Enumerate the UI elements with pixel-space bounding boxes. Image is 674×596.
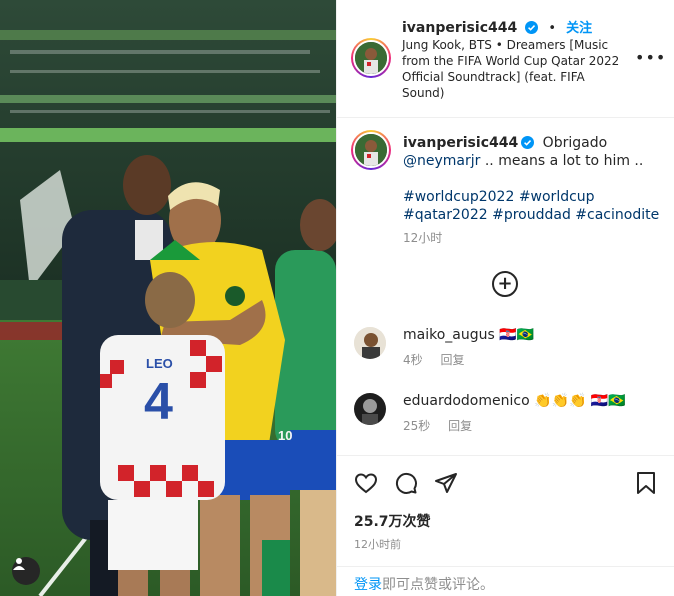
- comment-button[interactable]: [393, 470, 419, 496]
- audio-track-link[interactable]: Jung Kook, BTS • Dreamers [Music from th…: [402, 37, 627, 101]
- bookmark-icon: [637, 472, 655, 494]
- author-username[interactable]: ivanperisic444: [402, 20, 517, 36]
- post-actions: 25.7万次赞 12小时前 登录即可点赞或评论。: [337, 455, 674, 596]
- reply-button[interactable]: 回复: [440, 353, 464, 367]
- share-button[interactable]: [433, 470, 459, 496]
- person-icon: [13, 558, 25, 570]
- login-prompt-text: 即可点赞或评论。: [382, 577, 494, 593]
- comment-time: 4秒: [403, 353, 423, 367]
- caption-time: 12小时: [403, 231, 443, 245]
- comment-content: eduardodomenico 👏👏👏 🇭🇷🇧🇷: [403, 393, 626, 409]
- hashtags-line-1[interactable]: #worldcup2022 #worldcup: [403, 188, 663, 206]
- post-header: ivanperisic444 • 关注 Jung Kook, BTS • Dre…: [337, 0, 674, 118]
- comment-text: 👏👏👏 🇭🇷🇧🇷: [534, 393, 626, 409]
- commenter-avatar[interactable]: [354, 327, 386, 359]
- send-icon: [435, 473, 457, 493]
- avatar-image: [355, 134, 387, 166]
- jersey-name: LEO: [146, 356, 173, 371]
- comment-text: 🇭🇷🇧🇷: [499, 327, 535, 343]
- follow-button[interactable]: 关注: [566, 21, 592, 36]
- separator-dot: •: [548, 21, 557, 36]
- commenter-username[interactable]: eduardodomenico: [403, 393, 530, 409]
- comment-content: maiko_augus 🇭🇷🇧🇷: [403, 327, 534, 343]
- post-media[interactable]: LEO 4 10: [0, 0, 336, 596]
- sleeve-number: 10: [278, 428, 293, 443]
- more-options-button[interactable]: •••: [635, 48, 666, 67]
- save-button[interactable]: [633, 470, 659, 496]
- login-link[interactable]: 登录: [354, 577, 382, 593]
- caption-text-1: Obrigado: [542, 135, 608, 151]
- avatar-image: [355, 42, 387, 74]
- verified-icon: [521, 136, 535, 149]
- comment-meta: 4秒 回复: [403, 351, 478, 368]
- author-avatar[interactable]: [351, 38, 391, 78]
- caption-body: ivanperisic444 Obrigado @neymarjr .. mea…: [403, 134, 663, 247]
- like-button[interactable]: [353, 470, 379, 496]
- comment-icon: [395, 472, 417, 494]
- post-time: 12小时前: [354, 538, 401, 551]
- comment-time: 25秒: [403, 419, 431, 433]
- reply-button[interactable]: 回复: [448, 419, 472, 433]
- caption-text-2: .. means a lot to him ..: [480, 153, 644, 169]
- heart-icon: [354, 473, 378, 494]
- commenter-username[interactable]: maiko_augus: [403, 327, 495, 343]
- post-photo: [0, 0, 336, 596]
- caption-author-avatar[interactable]: [351, 130, 391, 170]
- like-count[interactable]: 25.7万次赞: [354, 511, 431, 531]
- post-panel: ivanperisic444 • 关注 Jung Kook, BTS • Dre…: [336, 0, 674, 596]
- commenter-avatar[interactable]: [354, 393, 386, 425]
- caption-username[interactable]: ivanperisic444: [403, 135, 518, 151]
- author-line: ivanperisic444 • 关注: [402, 17, 592, 36]
- comment-meta: 25秒 回复: [403, 417, 486, 434]
- mention-link[interactable]: @neymarjr: [403, 153, 480, 169]
- tagged-users-button[interactable]: [12, 557, 40, 585]
- load-more-comments-button[interactable]: +: [492, 271, 518, 297]
- verified-icon: [525, 21, 539, 34]
- avatar-image: [354, 393, 386, 425]
- jersey-number: 4: [144, 373, 173, 431]
- avatar-image: [354, 327, 386, 359]
- login-prompt: 登录即可点赞或评论。: [337, 566, 674, 596]
- hashtags-line-2[interactable]: #qatar2022 #prouddad #cacinodite: [403, 206, 663, 224]
